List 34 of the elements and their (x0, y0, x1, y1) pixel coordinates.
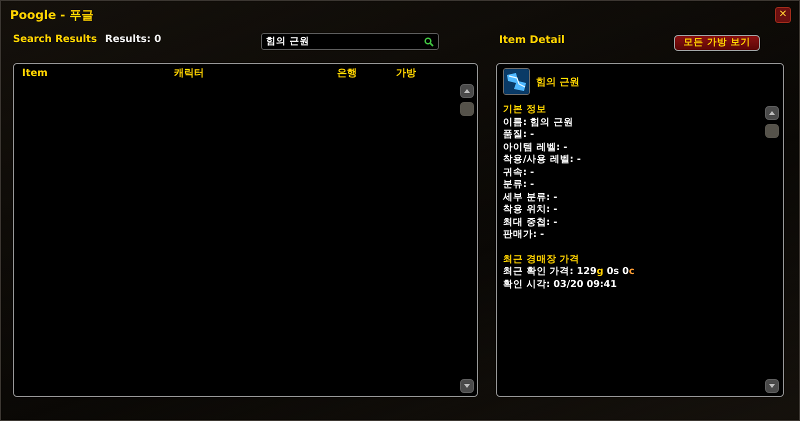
info-line: 판매가: - (503, 229, 546, 242)
search-field[interactable]: 힘의 근원 (261, 33, 439, 50)
scroll-down-icon[interactable] (765, 379, 779, 393)
section-title: Search Results (13, 34, 98, 45)
info-line: 최대 중첩: - (503, 216, 558, 229)
info-line: 아이템 레벨: - (503, 142, 568, 154)
section-heading: 최근 경매장 가격 (503, 254, 581, 266)
info-line: 이름: 힘의 근원 (503, 116, 574, 129)
view-all-bags-button[interactable]: 모든 가방 보기 (674, 34, 760, 50)
info-line: 착용 위치: - (503, 204, 558, 216)
scroll-down-icon[interactable] (460, 379, 474, 393)
scroll-thumb[interactable] (460, 102, 474, 116)
scroll-thumb[interactable] (765, 124, 779, 138)
column-header: Item (22, 68, 49, 78)
column-header: 가방 (396, 67, 416, 80)
column-header: 캐릭터 (174, 67, 205, 80)
info-line: 귀속: - (503, 166, 536, 179)
scroll-up-icon[interactable] (460, 84, 474, 98)
lightning-icon (503, 68, 530, 95)
search-icon[interactable] (424, 37, 434, 47)
results-count: Results: 0 (105, 34, 162, 45)
column-header: 은행 (337, 67, 358, 80)
info-line: 분류: - (503, 179, 536, 192)
close-button[interactable]: ✕ (775, 7, 791, 23)
section-title: Item Detail (499, 34, 565, 46)
info-line: 착용/사용 레벨: - (503, 154, 582, 166)
info-line: 품질: - (503, 129, 536, 142)
info-line: 확인 시각: 03/20 09:41 (503, 278, 618, 291)
section-heading: 기본 정보 (503, 104, 548, 116)
info-line: 세부 분류: - (503, 192, 558, 204)
item-name: 힘의 근원 (536, 76, 580, 88)
scroll-up-icon[interactable] (765, 106, 779, 120)
price-line: 최근 확인 가격: 129g 0s 0c (503, 266, 636, 278)
window-title: Poogle - 푸글 (10, 6, 94, 24)
